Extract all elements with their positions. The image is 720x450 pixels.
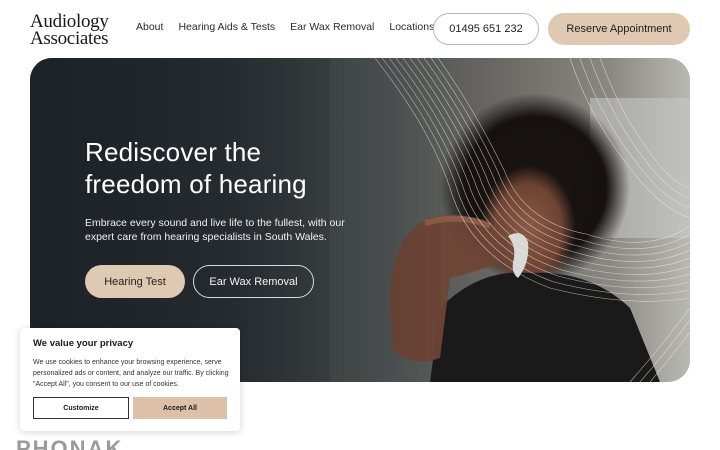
reserve-appointment-button[interactable]: Reserve Appointment <box>548 13 690 45</box>
hero-title: Rediscover the freedom of hearing <box>85 136 307 200</box>
hero-title-line1: Rediscover the <box>85 137 262 167</box>
nav-item-about[interactable]: About <box>136 21 163 33</box>
cookie-consent-panel: We value your privacy We use cookies to … <box>20 328 240 431</box>
customize-button[interactable]: Customize <box>33 397 129 419</box>
nav-item-hearing-aids-tests[interactable]: Hearing Aids & Tests <box>178 21 275 33</box>
cookie-actions: Customize Accept All <box>33 397 227 419</box>
site-logo[interactable]: Audiology Associates <box>30 12 110 49</box>
phone-button[interactable]: 01495 651 232 <box>433 13 539 45</box>
cookie-text: We use cookies to enhance your browsing … <box>33 359 229 388</box>
accept-all-button[interactable]: Accept All <box>133 397 227 419</box>
ear-wax-removal-button[interactable]: Ear Wax Removal <box>193 265 314 298</box>
hero-subtitle: Embrace every sound and live life to the… <box>85 217 345 243</box>
main-nav: About Hearing Aids & Tests Ear Wax Remov… <box>136 21 434 33</box>
nav-item-locations[interactable]: Locations <box>389 21 434 33</box>
partner-brand-logo: PHONAK <box>16 436 124 450</box>
cookie-title: We value your privacy <box>33 338 134 349</box>
logo-line2: Associates <box>30 28 109 49</box>
hero-title-line2: freedom of hearing <box>85 169 307 199</box>
nav-item-ear-wax-removal[interactable]: Ear Wax Removal <box>290 21 374 33</box>
hearing-test-button[interactable]: Hearing Test <box>85 265 185 298</box>
